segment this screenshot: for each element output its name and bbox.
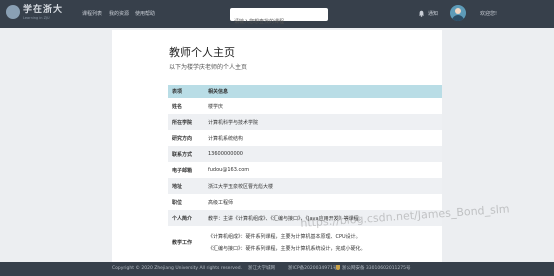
footer-icp-link[interactable]: 浙ICP备2020034971号 — [288, 262, 337, 276]
site-logo[interactable]: 学在浙大 Learning in ZJU — [6, 4, 68, 24]
welcome-text[interactable]: 欢迎您! — [480, 11, 497, 18]
page-title: 教师个人主页 — [169, 46, 235, 59]
table-header: 相关信息 — [204, 85, 442, 98]
search-input[interactable] — [230, 15, 322, 29]
table-row: 姓名 楼学庆 — [168, 98, 442, 114]
table-row: 联系方式 13600000000 — [168, 146, 442, 162]
row-key: 联系方式 — [168, 146, 204, 162]
nav-item-my-resources[interactable]: 我的资源 — [109, 11, 129, 18]
search-box[interactable] — [230, 8, 328, 29]
logo-text: 学在浙大 — [23, 5, 64, 15]
logo-emblem-icon — [6, 5, 20, 19]
row-value: 高级工程师 — [208, 199, 234, 206]
table-header-row: 表项 相关信息 — [168, 85, 442, 98]
row-key: 所在学院 — [168, 114, 204, 130]
footer-police-text: 浙公网安备 33010602011275号 — [342, 266, 411, 271]
table-row: 研究方向 计算机系统结构 — [168, 130, 442, 146]
footer-org-link[interactable]: 浙江大学城网 — [248, 262, 275, 276]
nav-item-help[interactable]: 使用帮助 — [135, 11, 155, 18]
footer-copyright: Copyright © 2020 Zhejiang University All… — [112, 266, 243, 271]
row-key: 教学工作 — [172, 240, 193, 246]
logo-subtext: Learning in ZJU — [23, 16, 50, 20]
table-row: 所在学院 计算机科学与技术学院 — [168, 114, 442, 130]
table-row: 教学工作 《计算机组成》：硬件系列课程，主要为计算机基本原理、CPU设计。 《汇… — [168, 226, 442, 260]
row-key: 姓名 — [172, 103, 183, 110]
bell-icon[interactable] — [418, 10, 425, 17]
row-key: 电子邮箱 — [172, 167, 193, 174]
table-header: 表项 — [168, 85, 204, 98]
row-key: 地址 — [168, 178, 204, 194]
row-value: 计算机科学与技术学院 — [204, 114, 442, 130]
row-key: 个人简介 — [168, 210, 204, 226]
profile-table: 表项 相关信息 姓名 楼学庆 所在学院 计算机科学与技术学院 研究方向 计算机系… — [168, 85, 442, 260]
row-value: fudou@163.com — [208, 167, 250, 173]
notice-link[interactable]: 通知 — [428, 11, 438, 18]
nav-item-course-list[interactable]: 课程列表 — [82, 11, 102, 18]
table-row: 职位 高级工程师 — [168, 194, 442, 210]
table-row: 地址 浙江大学玉泉校区曹光彪大楼 — [168, 178, 442, 194]
row-value: 浙江大学玉泉校区曹光彪大楼 — [204, 178, 442, 194]
row-value: 《计算机组成》：硬件系列课程，主要为计算机基本原理、CPU设计。 《汇编与接口》… — [204, 226, 442, 260]
profile-card: 教师个人主页 以下为楼学庆老师的个人主页 表项 相关信息 姓名 楼学庆 所在学院… — [112, 30, 442, 262]
avatar[interactable] — [450, 5, 466, 21]
row-value: 楼学庆 — [208, 103, 224, 110]
row-value-line: 《汇编与接口》：硬件系列课程，主要为计算机系统设计，完成小硬化。 — [208, 246, 366, 252]
footer: Copyright © 2020 Zhejiang University All… — [0, 262, 554, 276]
top-navbar: 学在浙大 Learning in ZJU 课程列表 我的资源 使用帮助 通知 欢… — [0, 0, 554, 29]
row-key: 职位 — [172, 199, 183, 206]
row-value: 计算机系统结构 — [208, 135, 244, 142]
table-row: 电子邮箱 fudou@163.com — [168, 162, 442, 178]
row-key: 研究方向 — [172, 135, 193, 142]
police-badge-icon — [336, 265, 340, 270]
row-value-line: 《计算机组成》：硬件系列课程，主要为计算机基本原理、CPU设计。 — [208, 234, 361, 240]
page-subtitle: 以下为楼学庆老师的个人主页 — [169, 64, 248, 71]
row-value: 13600000000 — [204, 146, 442, 162]
footer-police[interactable]: 浙公网安备 33010602011275号 — [336, 262, 411, 276]
